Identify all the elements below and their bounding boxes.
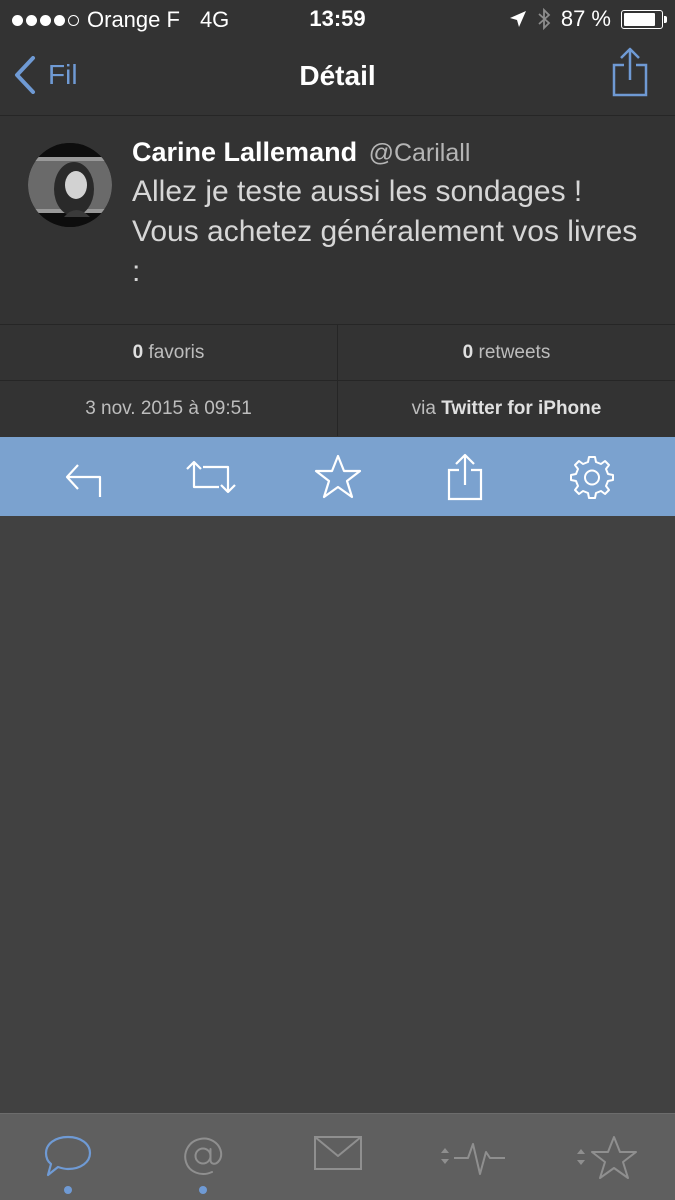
- settings-button[interactable]: [564, 449, 620, 505]
- author-handle[interactable]: @Carilall: [369, 139, 471, 167]
- tweet-date-text: 3 nov. 2015 à 09:51: [85, 397, 252, 419]
- star-icon: [314, 454, 361, 498]
- tweet-detail: Carine Lallemand @Carilall Allez je test…: [0, 116, 675, 324]
- tweet-text: Allez je teste aussi les sondages ! Vous…: [132, 175, 638, 288]
- tab-timeline[interactable]: [0, 1114, 135, 1200]
- favorites-label: favoris: [148, 341, 205, 363]
- retweet-button[interactable]: [183, 449, 239, 505]
- author-line: Carine Lallemand @Carilall: [132, 137, 470, 168]
- navigation-bar: Fil Détail: [0, 38, 675, 116]
- share-icon: [612, 47, 648, 97]
- battery-icon: [621, 9, 667, 29]
- unread-indicator: [198, 1186, 207, 1194]
- retweet-icon: [185, 460, 236, 493]
- at-sign-icon: [183, 1137, 222, 1175]
- speech-bubble-icon: [44, 1135, 91, 1177]
- tweet-source[interactable]: via Twitter for iPhone: [337, 381, 675, 436]
- location-arrow-icon: [509, 11, 526, 27]
- tab-favorites[interactable]: [540, 1114, 675, 1200]
- tweet-date: 3 nov. 2015 à 09:51: [0, 381, 337, 436]
- activity-icon: [440, 1143, 505, 1175]
- avatar[interactable]: [28, 143, 112, 227]
- tab-messages[interactable]: [270, 1114, 405, 1200]
- favorites-count: 0: [132, 341, 144, 363]
- reply-icon: [65, 463, 101, 497]
- share-action-button[interactable]: [437, 449, 493, 505]
- favorites-star-icon: [576, 1136, 637, 1179]
- status-right: 87 %: [509, 6, 667, 32]
- retweets-label: retweets: [478, 341, 551, 363]
- stats-row-meta: 3 nov. 2015 à 09:51 via Twitter for iPho…: [0, 380, 675, 436]
- battery-percentage: 87 %: [560, 6, 611, 31]
- share-icon: [447, 453, 482, 500]
- action-bar: [0, 437, 675, 516]
- unread-indicator: [63, 1186, 72, 1194]
- favorites-stat[interactable]: 0 favoris: [0, 325, 337, 380]
- bluetooth-icon: [538, 8, 551, 30]
- page-title: Détail: [299, 60, 376, 91]
- stats-row-counts: 0 favoris 0 retweets: [0, 324, 675, 380]
- gear-icon: [569, 455, 614, 499]
- app-screen: Orange F 4G 13:59 87 % Fil Détail Carine…: [0, 0, 675, 1200]
- tab-mentions[interactable]: [135, 1114, 270, 1200]
- profile-photo: [28, 143, 112, 227]
- tab-activity[interactable]: [405, 1114, 540, 1200]
- share-button[interactable]: [611, 46, 649, 103]
- retweets-count: 0: [462, 341, 474, 363]
- favorite-button[interactable]: [310, 449, 366, 505]
- reply-button[interactable]: [56, 449, 112, 505]
- tab-bar: [0, 1113, 675, 1200]
- envelope-icon: [313, 1136, 362, 1170]
- battery-level: [624, 12, 656, 26]
- retweets-stat[interactable]: 0 retweets: [337, 325, 675, 380]
- tweet-stats: 0 favoris 0 retweets 3 nov. 2015 à 09:51…: [0, 324, 675, 437]
- author-name[interactable]: Carine Lallemand: [132, 137, 357, 167]
- status-bar: Orange F 4G 13:59 87 %: [0, 0, 675, 38]
- via-app: Twitter for iPhone: [441, 397, 602, 419]
- via-prefix: via: [411, 397, 436, 419]
- content-area: [0, 516, 675, 1113]
